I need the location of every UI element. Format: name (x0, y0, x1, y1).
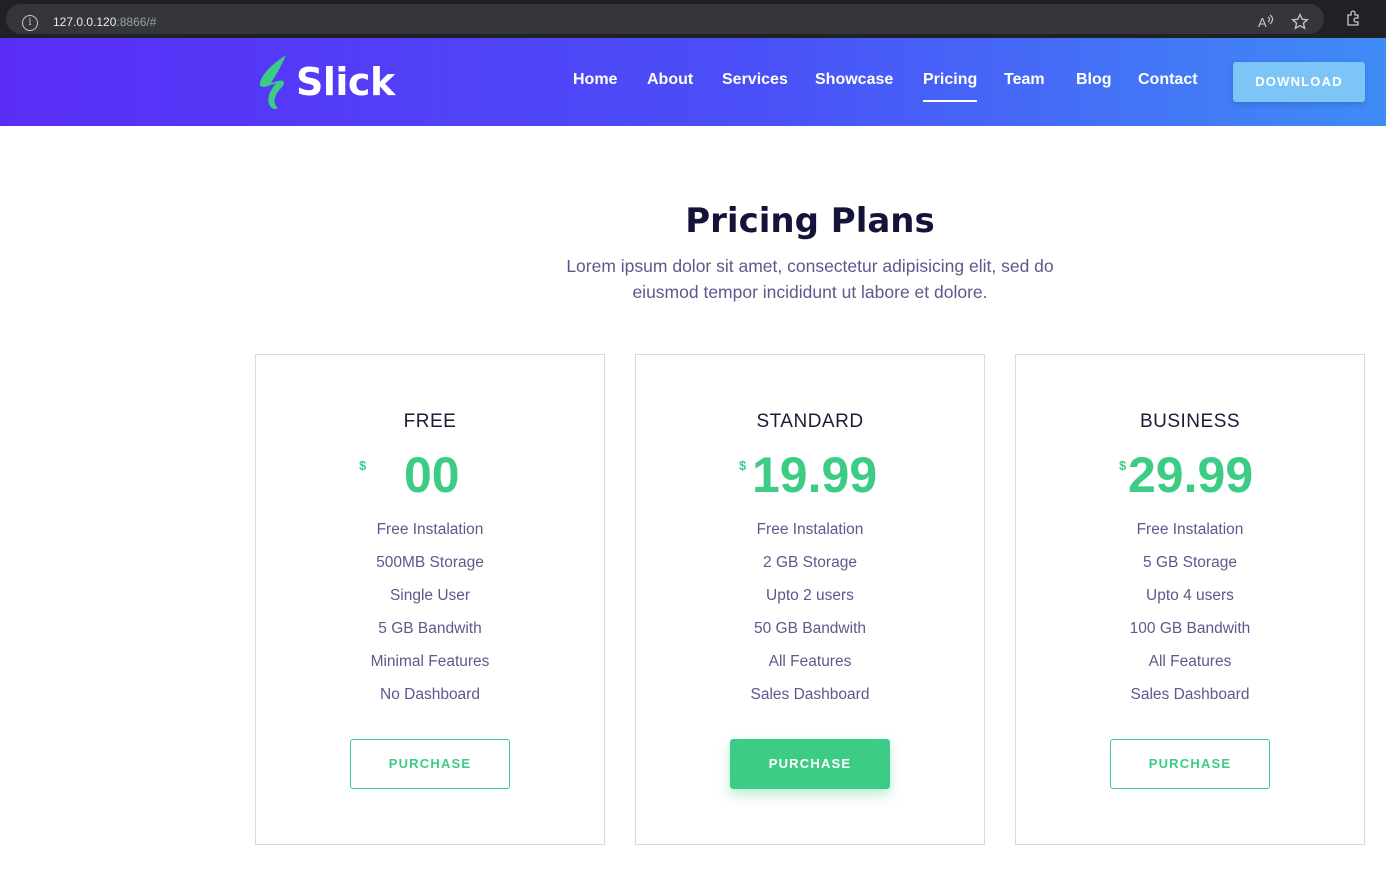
read-aloud-icon[interactable]: A (1256, 13, 1276, 33)
feature-item: 5 GB Storage (1143, 554, 1237, 571)
info-icon[interactable]: i (22, 15, 38, 31)
purchase-button-free[interactable]: PURCHASE (350, 739, 510, 789)
feature-item: 100 GB Bandwith (1129, 620, 1251, 637)
nav-showcase[interactable]: Showcase (815, 71, 893, 89)
feature-list: Free Instalation 2 GB Storage Upto 2 use… (636, 519, 984, 717)
feature-item: Free Instalation (756, 521, 864, 538)
feature-item: Single User (389, 587, 471, 604)
currency-symbol: $ (739, 458, 747, 473)
pricing-card-free: FREE $ 00 Free Instalation 500MB Storage… (255, 354, 605, 845)
section-title: Pricing Plans (685, 201, 935, 241)
nav-blog[interactable]: Blog (1076, 71, 1112, 89)
feature-item: 2 GB Storage (763, 554, 857, 571)
currency-symbol: $ (1119, 458, 1127, 473)
plan-price: 19.99 (752, 447, 878, 503)
svg-text:A: A (1258, 15, 1267, 30)
browser-toolbar: i 127.0.0.120:8866/# A (0, 0, 1386, 38)
feature-item: 500MB Storage (376, 554, 484, 571)
section-subtitle: Lorem ipsum dolor sit amet, consectetur … (566, 256, 1054, 302)
feature-item: All Features (768, 653, 852, 670)
currency-symbol: $ (359, 458, 367, 473)
feature-item: Upto 4 users (1146, 587, 1234, 604)
nav-services[interactable]: Services (722, 71, 788, 89)
extensions-icon[interactable] (1343, 9, 1363, 29)
nav-team[interactable]: Team (1004, 71, 1045, 89)
feature-item: Sales Dashboard (750, 686, 870, 703)
url-path: :8866/# (116, 15, 157, 29)
nav-home[interactable]: Home (573, 71, 617, 89)
feature-item: Minimal Features (370, 653, 490, 670)
feature-item: No Dashboard (380, 686, 480, 703)
nav-contact[interactable]: Contact (1138, 71, 1198, 89)
plan-name: STANDARD (756, 411, 864, 432)
feature-item: Free Instalation (1136, 521, 1244, 538)
plan-price: 00 (404, 447, 460, 503)
feature-item: Upto 2 users (766, 587, 854, 604)
address-bar[interactable]: i 127.0.0.120:8866/# A (6, 4, 1324, 34)
pricing-card-standard: STANDARD $ 19.99 Free Instalation 2 GB S… (635, 354, 985, 845)
download-button[interactable]: DOWNLOAD (1233, 62, 1365, 102)
main-nav: Home About Services Showcase Pricing Tea… (0, 71, 1386, 102)
plan-name: BUSINESS (1139, 411, 1241, 432)
url-host: 127.0.0.120 (53, 15, 117, 29)
feature-item: Sales Dashboard (1130, 686, 1250, 703)
favorite-star-icon[interactable] (1290, 12, 1310, 33)
feature-item: 5 GB Bandwith (378, 620, 482, 637)
feature-item: All Features (1148, 653, 1232, 670)
feature-item: Free Instalation (376, 521, 484, 538)
feature-list: Free Instalation 5 GB Storage Upto 4 use… (1016, 519, 1364, 717)
pricing-card-business: BUSINESS $ 29.99 Free Instalation 5 GB S… (1015, 354, 1365, 845)
purchase-button-business[interactable]: PURCHASE (1110, 739, 1270, 789)
feature-item: 50 GB Bandwith (753, 620, 866, 637)
plan-name: FREE (403, 411, 457, 432)
nav-pricing[interactable]: Pricing (923, 71, 978, 102)
plan-price: 29.99 (1128, 447, 1254, 503)
purchase-button-standard[interactable]: PURCHASE (730, 739, 890, 789)
nav-about[interactable]: About (647, 71, 693, 89)
site-navbar: Slick Home About Services Showcase Prici… (0, 38, 1386, 126)
feature-list: Free Instalation 500MB Storage Single Us… (256, 519, 604, 717)
url-text[interactable]: 127.0.0.120:8866/# (53, 15, 156, 29)
